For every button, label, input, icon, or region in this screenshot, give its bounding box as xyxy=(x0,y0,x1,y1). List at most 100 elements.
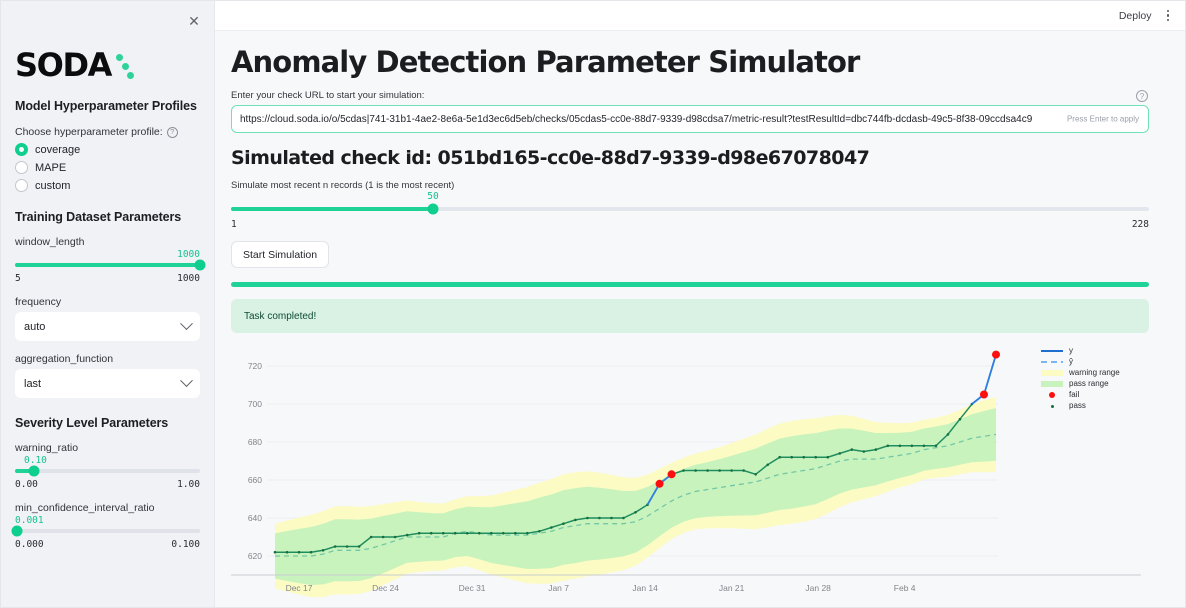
simulated-check-id: Simulated check id: 051bd165-cc0e-88d7-9… xyxy=(231,147,1149,169)
pass-point xyxy=(406,534,409,537)
pass-point xyxy=(935,445,938,448)
pass-point xyxy=(911,445,914,448)
page-title: Anomaly Detection Parameter Simulator xyxy=(231,45,1149,79)
svg-text:660: 660 xyxy=(248,475,262,485)
legend-item-pass[interactable]: pass xyxy=(1041,400,1145,411)
radio-icon-mape[interactable] xyxy=(15,161,28,174)
chevron-down-icon[interactable] xyxy=(180,374,193,387)
radio-icon-coverage[interactable] xyxy=(15,143,28,156)
slider-track-min-confidence-interval-ratio[interactable] xyxy=(15,529,200,533)
pass-point xyxy=(334,545,337,548)
svg-text:Dec 24: Dec 24 xyxy=(372,583,399,593)
radio-option-coverage[interactable]: coverage xyxy=(15,143,200,156)
start-simulation-button[interactable]: Start Simulation xyxy=(231,241,329,268)
legend-swatch-warning-range xyxy=(1041,368,1063,377)
app-window: ✕ SODA Model Hyperparameter Profiles Cho… xyxy=(0,0,1186,608)
kebab-menu-icon[interactable] xyxy=(1165,8,1172,24)
progress-bar xyxy=(231,282,1149,287)
slider-knob-min-confidence-interval-ratio[interactable] xyxy=(11,526,22,537)
svg-text:620: 620 xyxy=(248,551,262,561)
fail-segment xyxy=(984,355,996,395)
slider-max-warning-ratio: 1.00 xyxy=(177,479,200,490)
radio-option-custom[interactable]: custom xyxy=(15,179,200,192)
legend-item-yhat[interactable]: ŷ xyxy=(1041,356,1145,367)
svg-text:Jan 28: Jan 28 xyxy=(805,583,831,593)
label-aggregation-function: aggregation_function xyxy=(15,353,200,365)
task-status-banner: Task completed! xyxy=(231,299,1149,333)
choose-profile-text: Choose hyperparameter profile: xyxy=(15,126,163,138)
pass-point xyxy=(358,545,361,548)
select-frequency[interactable]: auto xyxy=(15,312,200,341)
pass-point xyxy=(923,445,926,448)
content-body: Anomaly Detection Parameter Simulator En… xyxy=(215,31,1185,606)
pass-point xyxy=(863,450,866,453)
slider-min-window-length: 5 xyxy=(15,273,21,284)
pass-point xyxy=(851,448,854,451)
section-training-dataset-parameters: Training Dataset Parameters xyxy=(15,210,200,224)
slider-knob-window-length[interactable] xyxy=(195,260,206,271)
pass-point xyxy=(346,545,349,548)
records-slider-max: 228 xyxy=(1132,219,1149,230)
pass-point xyxy=(694,469,697,472)
slider-window-length[interactable]: window_length 1000 5 1000 xyxy=(15,236,200,284)
legend-item-y[interactable]: y xyxy=(1041,345,1145,356)
records-slider-knob[interactable] xyxy=(427,204,438,215)
svg-text:Feb 4: Feb 4 xyxy=(894,583,916,593)
anomaly-chart[interactable]: 620640660680700720 Dec 17 Dec 24 Dec 31 Jan… xyxy=(231,341,1149,606)
pass-point xyxy=(947,433,950,436)
radio-label-mape: MAPE xyxy=(35,162,66,174)
radio-icon-custom[interactable] xyxy=(15,179,28,192)
records-slider-track[interactable] xyxy=(231,207,1149,211)
slider-knob-warning-ratio[interactable] xyxy=(28,466,39,477)
help-icon[interactable]: ? xyxy=(167,127,178,138)
legend-item-pass-range[interactable]: pass range xyxy=(1041,378,1145,389)
svg-text:Jan 21: Jan 21 xyxy=(719,583,745,593)
pass-point xyxy=(442,532,445,535)
radio-label-custom: custom xyxy=(35,180,70,192)
check-url-input[interactable]: https://cloud.soda.io/o/5cdas|741-31b1-4… xyxy=(231,105,1149,133)
chart-x-axis-labels: Dec 17Dec 24Dec 31Jan 7Jan 14Jan 21Jan 2… xyxy=(286,583,916,593)
slider-track-warning-ratio[interactable] xyxy=(15,469,200,473)
sidebar: ✕ SODA Model Hyperparameter Profiles Cho… xyxy=(1,1,215,607)
svg-text:700: 700 xyxy=(248,399,262,409)
pass-point xyxy=(778,456,781,459)
select-aggregation-function[interactable]: last xyxy=(15,369,200,398)
pass-point xyxy=(754,473,757,476)
legend-item-warning-range[interactable]: warning range xyxy=(1041,367,1145,378)
legend-item-fail[interactable]: fail xyxy=(1041,389,1145,400)
pass-point xyxy=(682,469,685,472)
slider-min-confidence-interval-ratio[interactable]: min_confidence_interval_ratio 0.001 0.00… xyxy=(15,502,200,550)
slider-track-window-length[interactable] xyxy=(15,263,200,267)
section-model-hyperparameter-profiles: Model Hyperparameter Profiles xyxy=(15,99,200,113)
pass-point xyxy=(790,456,793,459)
fail-point xyxy=(992,351,1000,359)
chevron-down-icon[interactable] xyxy=(180,317,193,330)
field-frequency: frequency auto xyxy=(15,296,200,341)
pass-point xyxy=(814,456,817,459)
soda-logo: SODA xyxy=(15,47,200,81)
svg-text:Dec 31: Dec 31 xyxy=(459,583,486,593)
section-severity-level-parameters: Severity Level Parameters xyxy=(15,416,200,430)
close-icon[interactable]: ✕ xyxy=(184,11,204,31)
records-slider-minmax: 1 228 xyxy=(231,219,1149,230)
slider-value-window-length: 1000 xyxy=(15,249,200,260)
legend-label-fail: fail xyxy=(1069,390,1079,399)
slider-warning-ratio[interactable]: warning_ratio 0.10 0.00 1.00 xyxy=(15,442,200,490)
radio-option-mape[interactable]: MAPE xyxy=(15,161,200,174)
deploy-button[interactable]: Deploy xyxy=(1119,10,1152,22)
svg-text:Dec 17: Dec 17 xyxy=(286,583,313,593)
legend-swatch-pass-range xyxy=(1041,379,1063,388)
records-slider[interactable]: 50 xyxy=(231,193,1149,215)
chart-y-axis-labels: 620640660680700720 xyxy=(248,361,262,561)
pass-point xyxy=(274,551,277,554)
pass-point xyxy=(899,445,902,448)
chart-bands xyxy=(275,397,996,597)
pass-point xyxy=(514,532,517,535)
pass-point xyxy=(502,532,505,535)
main-content: Deploy Anomaly Detection Parameter Simul… xyxy=(215,1,1185,607)
pass-point xyxy=(586,517,589,520)
pass-point xyxy=(286,551,289,554)
pass-point xyxy=(454,532,457,535)
help-icon[interactable]: ? xyxy=(1136,90,1148,102)
pass-point xyxy=(526,532,529,535)
